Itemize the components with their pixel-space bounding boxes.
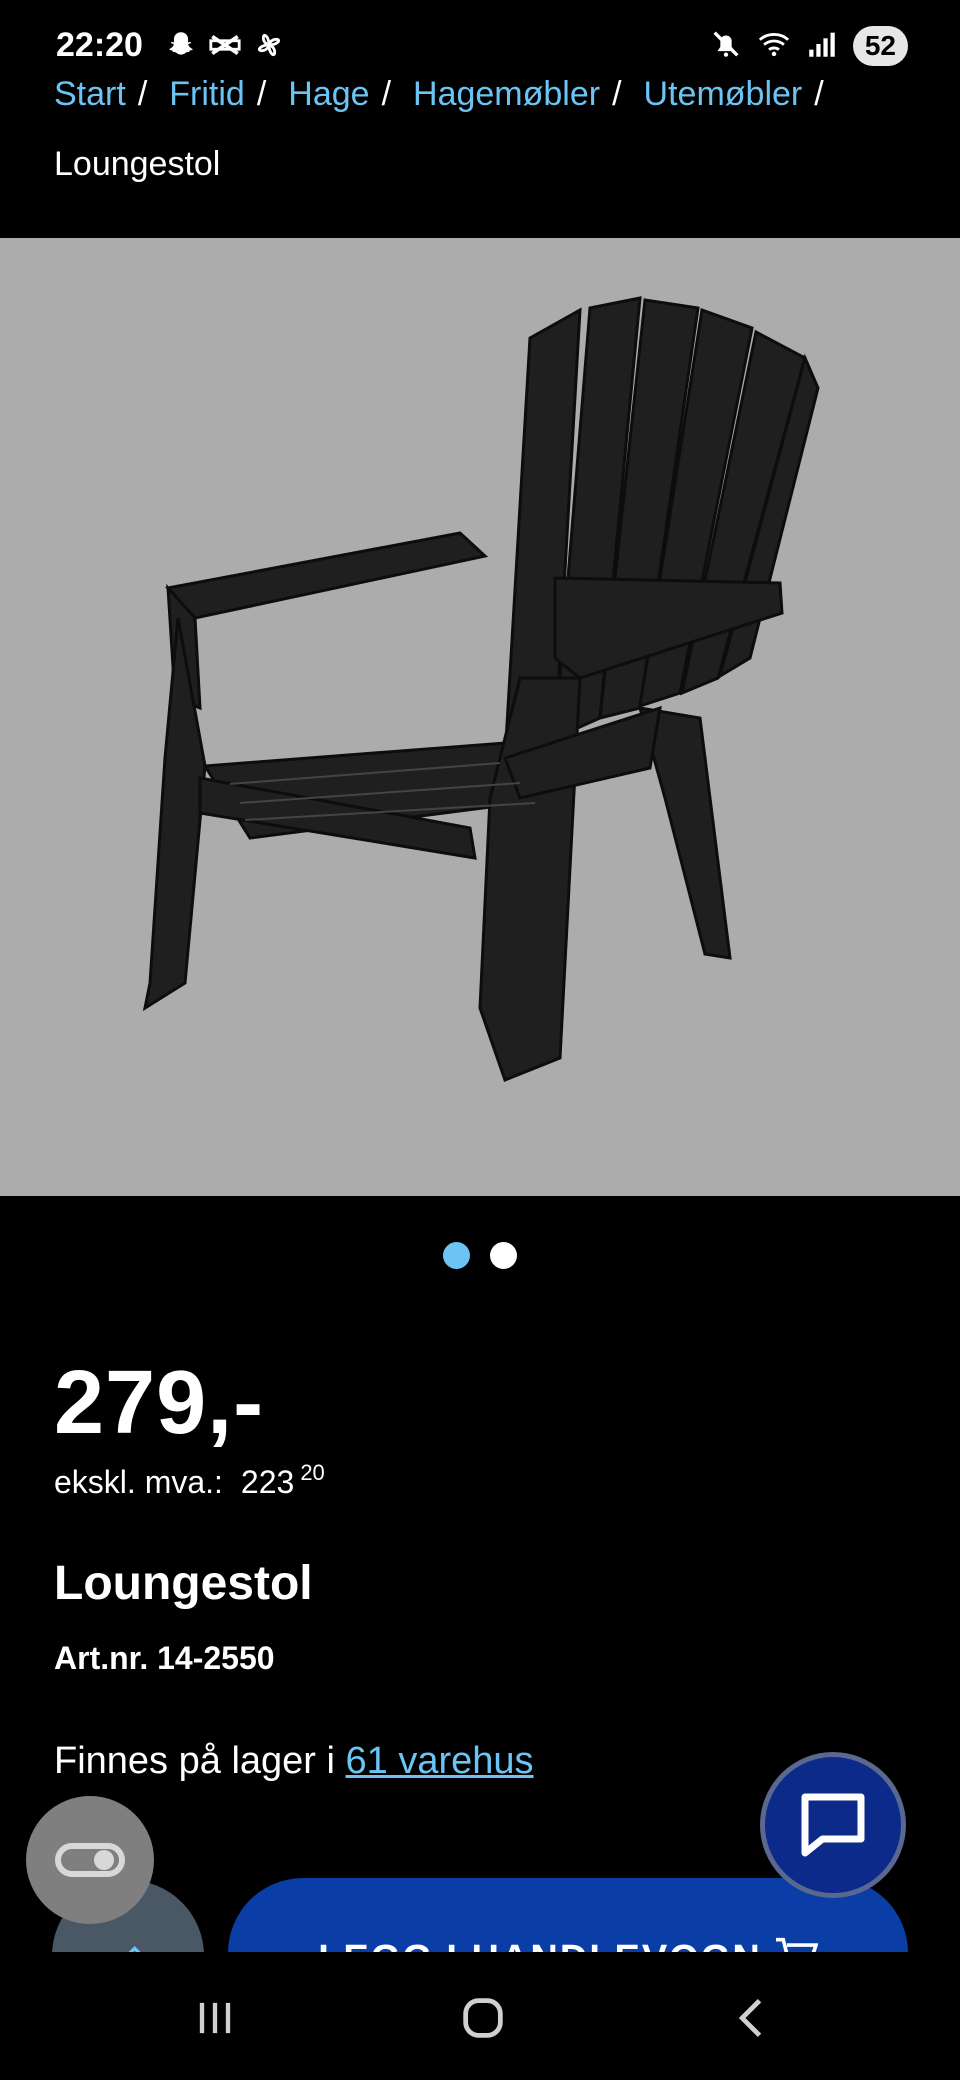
breadcrumb-separator: / xyxy=(612,75,622,113)
breadcrumb-separator: / xyxy=(137,75,148,113)
breadcrumb-hagemobler[interactable]: Hagemøbler xyxy=(413,72,600,116)
recent-apps-icon xyxy=(199,2002,231,2034)
ex-vat-decimals: 20 xyxy=(300,1460,325,1485)
navigation-bar xyxy=(0,1952,960,2080)
price-ex-vat: ekskl. mva.: 223 20 xyxy=(54,1460,325,1501)
capcut-icon xyxy=(208,28,242,67)
signal-icon xyxy=(805,27,839,66)
carousel-dot-2[interactable] xyxy=(490,1242,517,1269)
product-page: 22:20 52 Start / Fritid / Hage / Hagemøb… xyxy=(0,0,960,2080)
chat-button[interactable] xyxy=(760,1752,906,1898)
breadcrumb-current: Loungestol xyxy=(54,145,221,183)
toggle-icon xyxy=(55,1843,125,1877)
home-icon xyxy=(463,1998,503,2038)
stock-warehouses-link[interactable]: 61 varehus xyxy=(346,1740,534,1782)
stock-prefix: Finnes på lager i xyxy=(54,1740,346,1782)
product-price: 279,- xyxy=(54,1353,265,1453)
status-system-icons: 52 xyxy=(709,26,908,66)
lounge-chair-image xyxy=(142,296,820,1082)
back-icon xyxy=(738,1998,762,2038)
home-button[interactable] xyxy=(443,1990,523,2046)
recent-apps-button[interactable] xyxy=(175,1990,255,2046)
article-number: Art.nr. 14-2550 xyxy=(54,1640,275,1676)
breadcrumb-separator: / xyxy=(381,75,392,113)
cart-icon xyxy=(774,1936,819,1952)
accessibility-toggle-button[interactable] xyxy=(26,1796,154,1924)
snapchat-icon xyxy=(164,28,198,67)
carousel-dot-1[interactable] xyxy=(443,1242,470,1269)
ex-vat-amount: 223 xyxy=(240,1464,295,1500)
status-time: 22:20 xyxy=(56,26,143,64)
carousel-dots xyxy=(0,1242,960,1269)
stock-info: Finnes på lager i 61 varehus xyxy=(54,1740,534,1783)
breadcrumb-separator: / xyxy=(814,75,824,113)
pinwheel-icon xyxy=(252,28,286,67)
status-bar: 22:20 52 xyxy=(0,0,960,72)
breadcrumb: Start / Fritid / Hage / Hagemøbler / Ute… xyxy=(54,72,934,186)
battery-indicator: 52 xyxy=(852,26,908,66)
edit-icon xyxy=(128,1945,141,1952)
back-button[interactable] xyxy=(713,1990,793,2046)
breadcrumb-separator: / xyxy=(256,75,267,113)
status-notification-icons xyxy=(164,28,286,67)
mute-icon xyxy=(709,27,743,66)
breadcrumb-utemobler[interactable]: Utemøbler xyxy=(644,72,803,116)
breadcrumb-links: Start / Fritid / Hage / Hagemøbler / Ute… xyxy=(54,72,934,116)
wifi-icon xyxy=(757,27,791,66)
chat-bubble-icon xyxy=(801,1793,865,1857)
ex-vat-label: ekskl. mva.: xyxy=(54,1464,223,1500)
product-title: Loungestol xyxy=(54,1557,313,1610)
product-image[interactable] xyxy=(0,238,960,1196)
breadcrumb-hage[interactable]: Hage xyxy=(288,72,369,116)
breadcrumb-fritid[interactable]: Fritid xyxy=(169,72,245,116)
add-to-cart-label: LEGG I HANDLEVOGN xyxy=(318,1938,762,1952)
breadcrumb-start[interactable]: Start xyxy=(54,72,126,116)
